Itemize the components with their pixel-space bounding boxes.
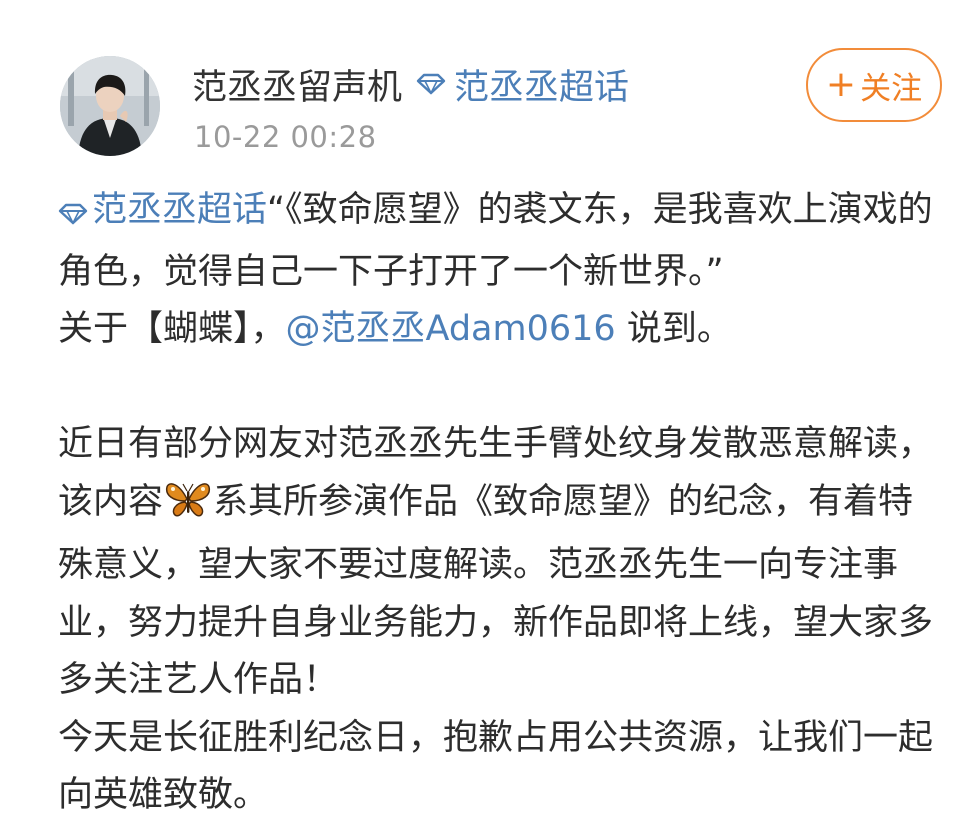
diamond-icon — [58, 186, 88, 244]
supertopic-label: 范丞丞超话 — [454, 67, 630, 108]
post-paragraph-mention: 关于【蝴蝶】，@范丞丞Adam0616 说到。 — [58, 301, 948, 359]
butterfly-emoji-icon — [165, 480, 211, 538]
avatar-photo — [60, 56, 160, 156]
mention-suffix: 说到。 — [615, 309, 732, 349]
post-paragraph-2: 近日有部分网友对范丞丞先生手臂处纹身发散恶意解读，该内容 系其所参演作品《致命愿… — [58, 416, 948, 710]
follow-button[interactable]: + 关注 — [806, 48, 942, 122]
post-header: 范丞丞留声机 范丞丞超话 10-22 00:28 + 关注 — [0, 0, 980, 180]
avatar[interactable] — [60, 56, 160, 156]
supertopic-tag-text: 范丞丞超话 — [92, 190, 268, 230]
author-name[interactable]: 范丞丞留声机 — [192, 59, 402, 110]
mention-prefix: 关于【蝴蝶】， — [58, 309, 286, 349]
post-paragraph-1: 范丞丞超话“《致命愿望》的裘文东，是我喜欢上演戏的角色，觉得自己一下子打开了一个… — [58, 182, 948, 301]
follow-label: 关注 — [860, 70, 923, 107]
post-paragraph-3: 今天是长征胜利纪念日，抱歉占用公共资源，让我们一起向英雄致敬。 — [58, 717, 934, 816]
post-timestamp: 10-22 00:28 — [194, 120, 377, 154]
post-body: 范丞丞超话“《致命愿望》的裘文东，是我喜欢上演戏的角色，觉得自己一下子打开了一个… — [58, 182, 948, 825]
supertopic-link[interactable]: 范丞丞超话 — [416, 59, 629, 110]
author-row: 范丞丞留声机 范丞丞超话 — [192, 58, 629, 110]
supertopic-tag-link[interactable]: 范丞丞超话 — [58, 190, 267, 230]
plus-icon: + — [825, 64, 857, 105]
diamond-icon — [416, 73, 446, 95]
mention-link[interactable]: @范丞丞Adam0616 — [286, 309, 616, 349]
